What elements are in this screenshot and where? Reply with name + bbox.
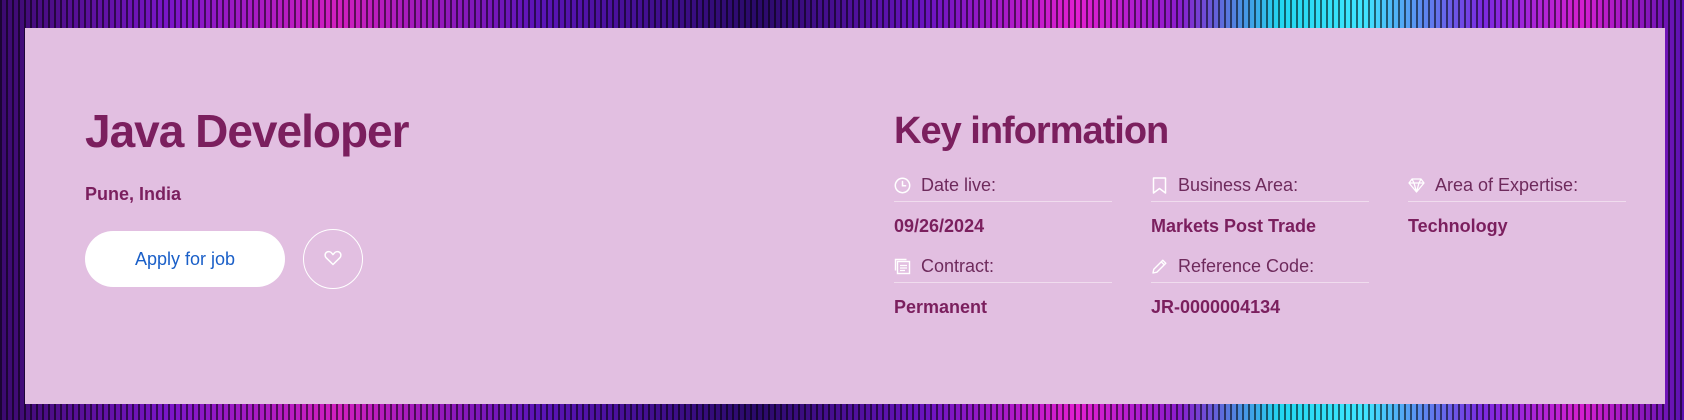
apply-for-job-button[interactable]: Apply for job — [85, 231, 285, 287]
info-item-contract: Contract: Permanent — [894, 253, 1112, 318]
key-information: Key information Date live: 09/26/2024 Bu… — [894, 112, 1629, 318]
job-summary-card: Java Developer Pune, India Apply for job… — [25, 28, 1665, 404]
date-live-label: Date live: — [921, 175, 997, 195]
key-information-title: Key information — [894, 110, 1169, 152]
save-job-button[interactable] — [303, 229, 363, 289]
clock-icon — [894, 177, 911, 194]
info-item-area-of-expertise: Area of Expertise: Technology — [1408, 172, 1626, 237]
heart-icon — [324, 250, 342, 269]
area-of-expertise-label: Area of Expertise: — [1435, 175, 1579, 195]
bookmark-icon — [1151, 177, 1168, 194]
diamond-icon — [1408, 177, 1425, 194]
pencil-icon — [1151, 258, 1168, 275]
date-live-value: 09/26/2024 — [894, 216, 985, 236]
info-item-business-area: Business Area: Markets Post Trade — [1151, 172, 1369, 237]
info-item-reference-code: Reference Code: JR-0000004134 — [1151, 253, 1369, 318]
job-actions: Apply for job — [85, 229, 409, 289]
job-location: Pune, India — [85, 184, 182, 204]
info-item-date-live: Date live: 09/26/2024 — [894, 172, 1112, 237]
business-area-label: Business Area: — [1178, 175, 1299, 195]
key-information-grid: Date live: 09/26/2024 Business Area: Mar… — [894, 172, 1629, 318]
contract-value: Permanent — [894, 297, 988, 317]
reference-code-value: JR-0000004134 — [1151, 297, 1281, 317]
document-icon — [894, 258, 911, 275]
job-title: Java Developer — [85, 105, 410, 157]
job-header: Java Developer Pune, India Apply for job — [85, 105, 410, 289]
contract-label: Contract: — [921, 256, 995, 276]
area-of-expertise-value: Technology — [1408, 216, 1508, 236]
business-area-value: Markets Post Trade — [1151, 216, 1317, 236]
reference-code-label: Reference Code: — [1178, 256, 1315, 276]
